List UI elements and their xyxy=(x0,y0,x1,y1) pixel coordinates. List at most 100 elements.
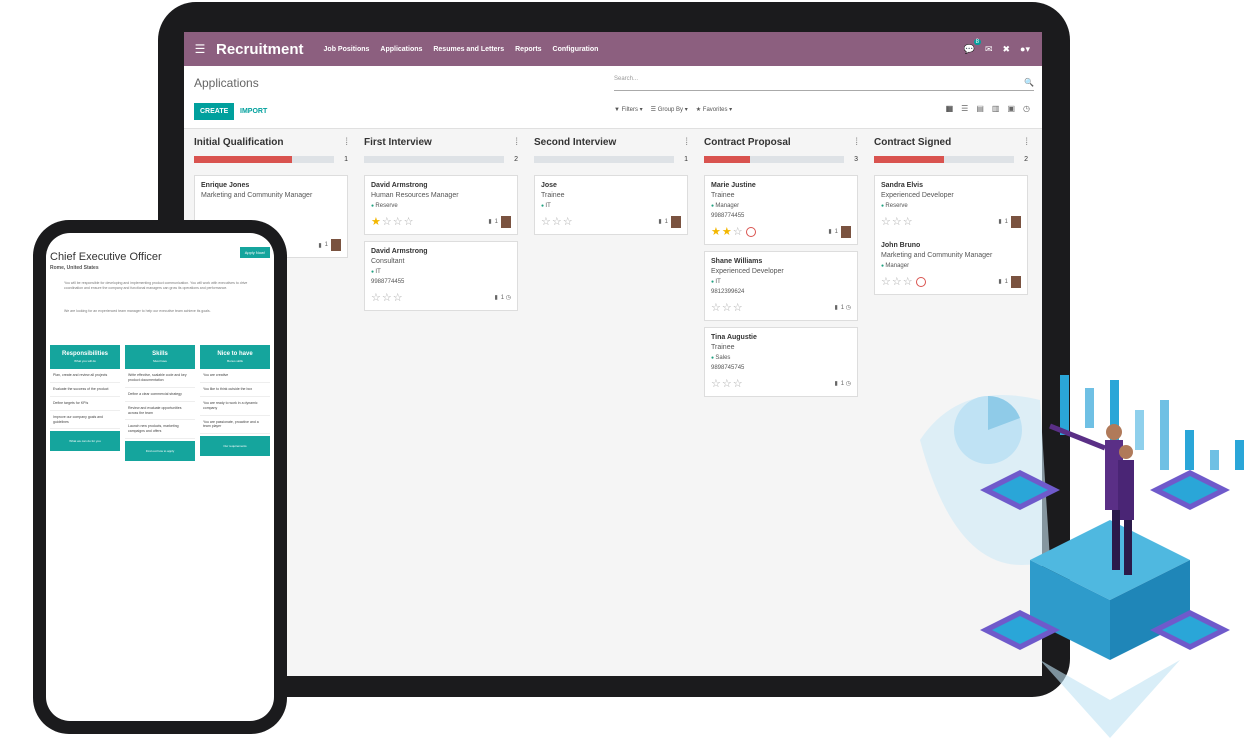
favorites-dropdown[interactable]: ★ Favorites ▾ xyxy=(696,106,732,113)
progress-bar[interactable] xyxy=(704,156,844,163)
import-button[interactable]: IMPORT xyxy=(236,103,271,120)
list-item: Improve our company goals and guidelines xyxy=(50,411,120,430)
applicant-name: Marie Justine xyxy=(711,182,756,189)
section-nice-to-have: Nice to have Bonus skills You are creativ… xyxy=(200,345,270,461)
create-button[interactable]: CREATE xyxy=(194,103,235,120)
column-menu-icon[interactable]: ⁞ xyxy=(345,137,348,148)
column-title[interactable]: Initial Qualification xyxy=(194,137,283,148)
progress-bar[interactable] xyxy=(874,156,1014,163)
chat-icon[interactable]: 💬 8 xyxy=(964,38,981,55)
applicant-phone: 9898745745 xyxy=(711,365,745,371)
tools-icon[interactable]: ✖ xyxy=(1002,44,1010,55)
avatar xyxy=(501,215,511,228)
applicant-card[interactable]: Marie Justine Trainee Manager 9988774455… xyxy=(704,175,858,245)
activity-overdue-icon[interactable] xyxy=(915,276,926,287)
applicant-job: Trainee xyxy=(541,192,565,199)
column-count: 1 xyxy=(344,156,348,163)
avatar xyxy=(841,225,851,238)
activity-view-icon[interactable]: ◷ xyxy=(1023,104,1030,113)
applicant-name: Sandra Elvis xyxy=(881,182,924,189)
list-item: Define a clear commercial strategy xyxy=(125,388,195,402)
applicant-name[interactable]: John Bruno xyxy=(881,242,1021,249)
group-by-dropdown[interactable]: ☰ Group By ▾ xyxy=(651,106,688,113)
kanban-column: Contract Proposal ⁞ 3 Marie Justine Train… xyxy=(704,137,858,403)
applicant-card[interactable]: Jose Trainee IT ☆☆☆ ▮1 xyxy=(534,175,688,235)
activity-icon[interactable]: ✉ xyxy=(985,44,993,55)
graph-view-icon[interactable]: ▥ xyxy=(992,104,1000,113)
column-count: 2 xyxy=(514,156,518,163)
applicant-card[interactable]: David Armstrong Consultant IT 9988774455… xyxy=(364,241,518,311)
applicant-job: Human Resources Manager xyxy=(371,192,459,199)
section-footer-button[interactable]: What we can do for you xyxy=(50,431,120,452)
applicant-card[interactable]: Sandra Elvis Experienced Developer Reser… xyxy=(874,175,1028,295)
calendar-view-icon[interactable]: ▣ xyxy=(1007,104,1015,113)
nav-applications[interactable]: Applications xyxy=(380,46,422,53)
analytics-illustration xyxy=(920,375,1244,738)
column-menu-icon[interactable]: ⁞ xyxy=(855,137,858,148)
priority-stars[interactable]: ☆☆☆ xyxy=(711,377,744,390)
app-menu-icon[interactable]: ☰ xyxy=(190,42,210,56)
nav-job-positions[interactable]: Job Positions xyxy=(324,46,370,53)
applicant-job: Marketing and Community Manager xyxy=(201,192,313,199)
avatar xyxy=(1011,215,1021,228)
list-item: You are creative xyxy=(200,369,270,383)
applicant-name: David Armstrong xyxy=(371,248,428,255)
priority-stars[interactable]: ☆☆☆ xyxy=(881,275,914,288)
section-footer-button[interactable]: Our requirements xyxy=(200,436,270,457)
search-icon[interactable]: 🔍 xyxy=(1024,78,1034,87)
priority-stars[interactable]: ★★☆ xyxy=(711,225,744,238)
column-menu-icon[interactable]: ⁞ xyxy=(515,137,518,148)
column-progress: 2 xyxy=(874,156,1028,163)
priority-stars[interactable]: ☆☆☆ xyxy=(711,301,744,314)
applicant-phone: 9988774455 xyxy=(711,213,745,219)
filters-dropdown[interactable]: ▼ Filters ▾ xyxy=(614,106,643,113)
priority-stars[interactable]: ☆☆☆ xyxy=(541,215,574,228)
card-meta: ▮ 1 ◷ xyxy=(494,295,511,301)
applicant-tag: IT xyxy=(541,203,681,209)
column-title[interactable]: Second Interview xyxy=(534,137,616,148)
nav-configuration[interactable]: Configuration xyxy=(553,46,599,53)
applicant-card[interactable]: Tina Augustie Trainee Sales 9898745745 ☆… xyxy=(704,327,858,397)
applicant-card[interactable]: Shane Williams Experienced Developer IT … xyxy=(704,251,858,321)
column-menu-icon[interactable]: ⁞ xyxy=(1025,137,1028,148)
nav-reports[interactable]: Reports xyxy=(515,46,541,53)
progress-bar[interactable] xyxy=(364,156,504,163)
priority-stars[interactable]: ☆☆☆ xyxy=(371,291,404,304)
pivot-view-icon[interactable]: ▤ xyxy=(976,104,984,113)
column-title[interactable]: Contract Proposal xyxy=(704,137,791,148)
job-title: Chief Executive Officer xyxy=(50,251,162,263)
search-input[interactable]: Search... xyxy=(614,76,1034,91)
app-title[interactable]: Recruitment xyxy=(216,41,304,58)
column-title[interactable]: Contract Signed xyxy=(874,137,951,148)
applicant-name: David Armstrong xyxy=(371,182,428,189)
top-navbar: ☰ Recruitment Job Positions Applications… xyxy=(184,32,1042,66)
nav-resumes[interactable]: Resumes and Letters xyxy=(433,46,504,53)
card-meta: ▮ 1 xyxy=(658,215,681,228)
attachment-icon: ▮ xyxy=(828,229,832,235)
applicant-tag: Reserve xyxy=(881,203,1021,209)
column-menu-icon[interactable]: ⁞ xyxy=(685,137,688,148)
applicant-job: Marketing and Community Manager xyxy=(881,252,993,259)
column-title[interactable]: First Interview xyxy=(364,137,432,148)
priority-stars[interactable]: ★☆☆☆ xyxy=(371,215,414,228)
progress-bar[interactable] xyxy=(194,156,334,163)
phone-screen: Chief Executive Officer Rome, United Sta… xyxy=(46,233,274,721)
kanban-view-icon[interactable]: ▦ xyxy=(946,104,954,113)
section-subtitle: What you will do xyxy=(74,359,96,363)
progress-bar[interactable] xyxy=(534,156,674,163)
applicant-card[interactable]: David Armstrong Human Resources Manager … xyxy=(364,175,518,235)
avatar xyxy=(331,239,341,251)
applicant-phone: 9988774455 xyxy=(371,279,405,285)
list-view-icon[interactable]: ☰ xyxy=(961,104,968,113)
section-footer-button[interactable]: Find out how to apply xyxy=(125,441,195,462)
apply-button[interactable]: Apply Now! xyxy=(239,247,270,258)
breadcrumb: Applications xyxy=(194,76,259,90)
applicant-name: Shane Williams xyxy=(711,258,763,265)
card-meta: ▮ 1 ◷ xyxy=(834,381,851,387)
attachment-icon: ▮ xyxy=(834,305,838,311)
user-avatar-icon[interactable]: ●▾ xyxy=(1020,44,1030,55)
applicant-tag: Manager xyxy=(711,203,851,209)
priority-stars[interactable]: ☆☆☆ xyxy=(881,215,914,228)
filters-label: Filters xyxy=(621,107,638,113)
activity-overdue-icon[interactable] xyxy=(745,226,756,237)
